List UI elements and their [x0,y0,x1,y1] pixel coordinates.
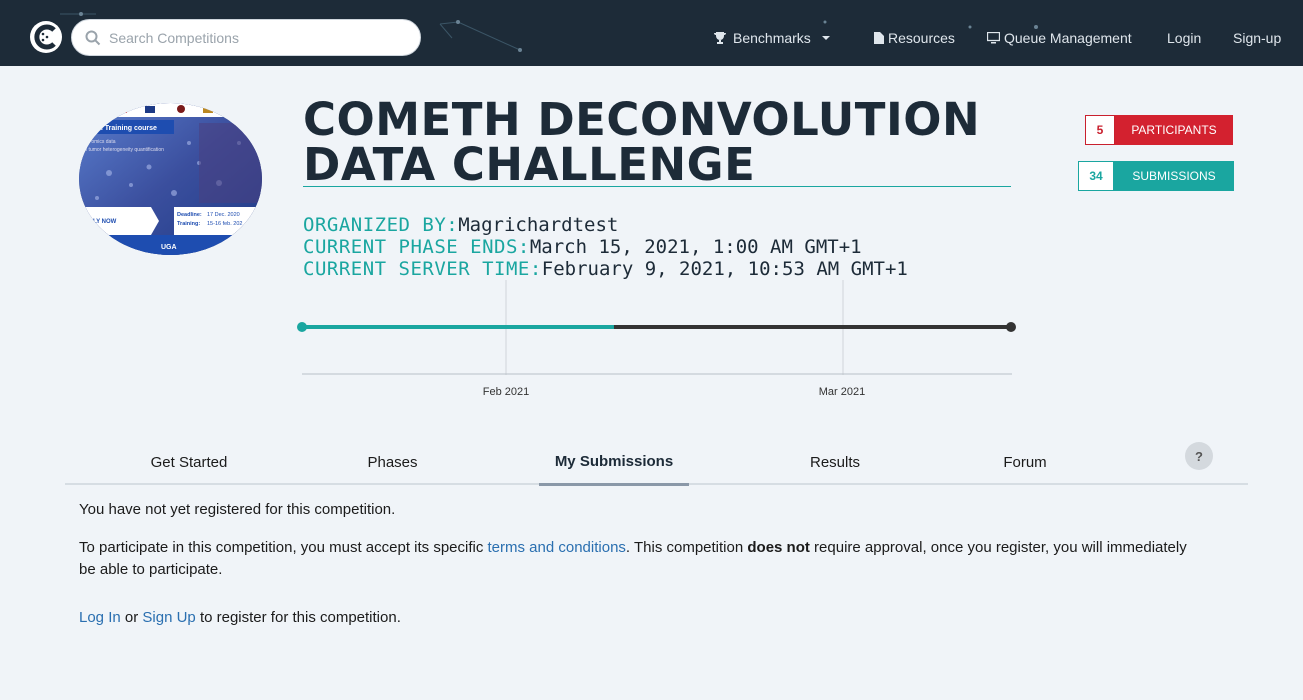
timeline-tick-mar: Mar 2021 [819,386,865,398]
logo-apply-text: PLY NOW [89,219,117,225]
nav-signup[interactable]: Sign-up [1233,30,1281,46]
logo-deadline: 17 Dec. 2020 [207,212,240,218]
search-bar[interactable] [71,19,421,56]
help-button[interactable]: ? [1185,442,1213,470]
top-navbar: Benchmarks Resources Queue Management Lo… [0,0,1303,66]
nav-benchmarks[interactable]: Benchmarks [713,30,831,46]
phase-ends-row: CURRENT PHASE ENDS:March 15, 2021, 1:00 … [303,236,862,258]
register-paragraph: Log In or Sign Up to register for this c… [79,607,1199,629]
submissions-panel: You have not yet registered for this com… [79,499,1199,645]
submissions-count: 34 [1078,161,1114,191]
caret-down-icon [821,36,830,40]
not-registered-text: You have not yet registered for this com… [79,501,396,518]
submissions-badge[interactable]: 34 SUBMISSIONS [1078,161,1234,191]
nav-queue-management[interactable]: Queue Management [987,30,1132,46]
participants-count: 5 [1085,115,1115,145]
tab-results[interactable]: Results [785,440,885,485]
search-input[interactable] [109,20,409,55]
nav-resources-label: Resources [888,30,955,46]
tab-forum[interactable]: Forum [975,440,1075,485]
logo-training-label: Training: [177,221,200,227]
competition-logo: METH Training course om omics data to tu… [79,103,262,255]
phase-ends-value: March 15, 2021, 1:00 AM GMT+1 [529,236,862,258]
terms-text-a: To participate in this competition, you … [79,539,488,556]
terms-text-b: . This competition [625,539,748,556]
tab-get-started[interactable]: Get Started [125,440,253,485]
logo-deadline-label: Deadline: [177,212,202,218]
server-time-label: CURRENT SERVER TIME: [303,258,542,280]
organized-by-label: ORGANIZED BY: [303,214,459,236]
participants-badge[interactable]: 5 PARTICIPANTS [1085,115,1233,145]
logo-line2: om omics data [83,139,116,145]
timeline-tick-feb: Feb 2021 [483,386,529,398]
logo-icon [31,22,61,52]
organized-by-value: Magrichardtest [458,214,619,236]
server-time-value: February 9, 2021, 10:53 AM GMT+1 [541,258,908,280]
title-line-2: DATA CHALLENGE [303,138,756,191]
timeline-start-dot [297,322,307,332]
phase-ends-label: CURRENT PHASE ENDS: [303,236,530,258]
phase-timeline: Feb 2021 Mar 2021 [297,280,1016,398]
nav-login-label: Login [1167,30,1202,46]
submissions-label: SUBMISSIONS [1114,161,1234,191]
register-rest: to register for this competition. [195,609,401,626]
nav-signup-label: Sign-up [1233,30,1282,46]
logo-course-text: METH Training course [83,125,157,132]
trophy-icon [714,32,726,44]
nav-resources[interactable]: Resources [874,30,955,46]
search-icon [85,30,101,46]
monitor-icon [987,32,1000,44]
nav-queue-management-label: Queue Management [1004,30,1132,46]
codalab-logo[interactable] [30,21,62,53]
participants-label: PARTICIPANTS [1115,115,1233,145]
timeline-end-dot [1006,322,1016,332]
logo-uga-text: UGA [161,244,177,251]
logo-line3: to tumor heterogeneity quantification [83,147,164,153]
competition-title: COMETH DECONVOLUTION DATA CHALLENGE [303,97,1011,187]
file-icon [874,32,884,44]
signup-link[interactable]: Sign Up [142,609,195,626]
logo-training: 15-16 feb. 202 [207,221,242,227]
terms-link[interactable]: terms and conditions [488,539,626,556]
title-line-1: COMETH DECONVOLUTION [303,93,981,146]
terms-bold: does not [747,539,810,556]
terms-paragraph: To participate in this competition, you … [79,537,1199,581]
nav-login[interactable]: Login [1167,30,1201,46]
competition-tabs: Get Started Phases My Submissions Result… [65,440,1248,486]
tab-my-submissions[interactable]: My Submissions [539,440,689,486]
organized-by-row: ORGANIZED BY:Magrichardtest [303,214,618,236]
register-or: or [120,609,143,626]
tab-phases[interactable]: Phases [345,440,440,485]
server-time-row: CURRENT SERVER TIME:February 9, 2021, 10… [303,258,908,280]
competition-logo-image: METH Training course om omics data to tu… [79,103,262,255]
nav-benchmarks-label: Benchmarks [733,30,811,46]
login-link[interactable]: Log In [79,609,121,626]
